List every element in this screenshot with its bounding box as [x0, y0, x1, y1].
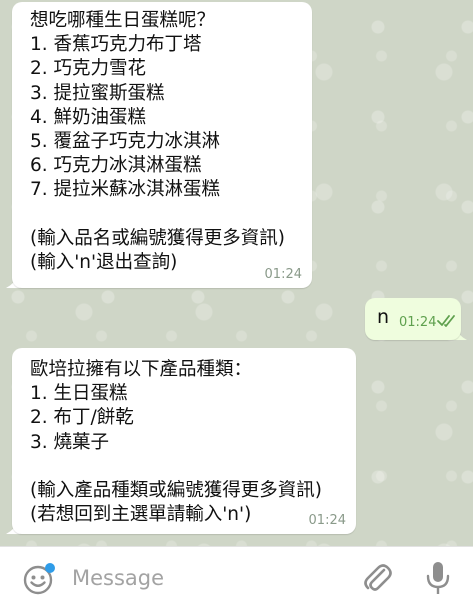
message-line: (若想回到主選單請輸入'n') [30, 504, 252, 526]
incoming-message-bubble[interactable]: 歐培拉擁有以下產品種類： 1. 生日蛋糕 2. 布丁/餅乾 3. 燒菓子 ​ (… [12, 348, 356, 534]
message-line: 想吃哪種生日蛋糕呢？ [30, 10, 216, 31]
message-line: ​ [30, 455, 346, 479]
double-check-icon [437, 315, 455, 327]
message-line: 7. 提拉米蘇冰淇淋蛋糕 [30, 179, 221, 201]
microphone-icon[interactable] [424, 560, 452, 596]
message-line: 歐培拉擁有以下產品種類： [30, 359, 253, 380]
message-line: (輸入產品種類或編號獲得更多資訊) [30, 480, 322, 502]
message-line: 2. 巧克力雪花 [30, 58, 147, 80]
message-line: 1. 生日蛋糕 [30, 383, 128, 405]
outgoing-message-bubble[interactable]: n 01:24 [365, 298, 461, 340]
message-line: 5. 覆盆子巧克力冰淇淋 [30, 131, 221, 153]
message-timestamp: 01:24 [264, 267, 302, 282]
message-text: n [377, 306, 390, 328]
message-timestamp: 01:24 [399, 315, 437, 330]
message-line: 6. 巧克力冰淇淋蛋糕 [30, 155, 202, 177]
incoming-message-bubble[interactable]: 想吃哪種生日蛋糕呢？ 1. 香蕉巧克力布丁塔 2. 巧克力雪花 3. 提拉蜜斯蛋… [12, 2, 312, 288]
message-line: 2. 布丁/餅乾 [30, 407, 134, 429]
message-line: 3. 提拉蜜斯蛋糕 [30, 82, 165, 104]
message-input[interactable] [72, 561, 342, 595]
emoji-smiley-icon[interactable] [22, 562, 56, 596]
message-line: (輸入'n'退出查詢) [30, 252, 178, 274]
message-line: 3. 燒菓子 [30, 431, 110, 453]
message-line: 1. 香蕉巧克力布丁塔 [30, 34, 202, 56]
message-input-bar [0, 546, 473, 608]
chat-background: 想吃哪種生日蛋糕呢？ 1. 香蕉巧克力布丁塔 2. 巧克力雪花 3. 提拉蜜斯蛋… [0, 0, 473, 546]
paperclip-icon[interactable] [360, 561, 394, 595]
message-line: 4. 鮮奶油蛋糕 [30, 106, 147, 128]
message-timestamp: 01:24 [308, 513, 346, 528]
message-line: ​ [30, 203, 302, 227]
message-line: (輸入品名或編號獲得更多資訊) [30, 227, 285, 249]
